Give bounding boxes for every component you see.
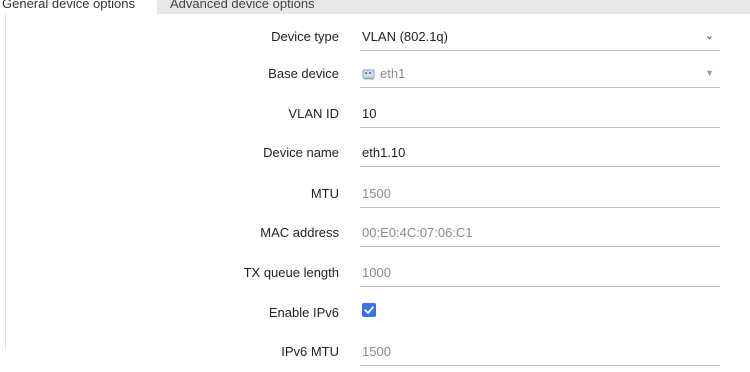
mac-address-input[interactable]: 00:E0:4C:07:06:C1 <box>360 219 720 247</box>
tx-queue-length-label: TX queue length <box>243 265 339 280</box>
device-options-form: Device type VLAN (802.1q) ⌄ Base device … <box>5 14 750 366</box>
tab-advanced-device-options[interactable]: Advanced device options <box>170 0 315 14</box>
base-device-row: Base device eth1 ▼ <box>6 54 750 94</box>
device-name-input[interactable]: eth1.10 <box>360 139 720 167</box>
vlan-id-value: 10 <box>362 106 377 121</box>
triangle-down-icon: ▼ <box>705 68 714 78</box>
vlan-id-input[interactable]: 10 <box>360 100 720 128</box>
mtu-label: MTU <box>310 186 339 201</box>
device-type-select[interactable]: VLAN (802.1q) ⌄ <box>360 23 720 51</box>
tx-queue-length-placeholder: 1000 <box>362 265 391 280</box>
checkmark-icon <box>364 306 374 314</box>
mac-address-label: MAC address <box>260 225 339 240</box>
device-name-value: eth1.10 <box>362 145 406 160</box>
base-device-select[interactable]: eth1 ▼ <box>360 60 720 88</box>
device-name-row: Device name eth1.10 <box>6 133 750 173</box>
enable-ipv6-label: Enable IPv6 <box>268 305 339 320</box>
tx-queue-length-input[interactable]: 1000 <box>360 259 720 287</box>
mtu-row: MTU 1500 <box>6 174 750 214</box>
network-port-icon <box>362 69 375 80</box>
tx-queue-length-row: TX queue length 1000 <box>6 253 750 293</box>
ipv6-mtu-row: IPv6 MTU 1500 <box>6 332 750 372</box>
device-type-row: Device type VLAN (802.1q) ⌄ <box>6 17 750 57</box>
base-device-label: Base device <box>268 66 339 81</box>
ipv6-mtu-placeholder: 1500 <box>362 344 391 359</box>
tab-general-device-options[interactable]: General device options <box>0 0 157 14</box>
ipv6-mtu-input[interactable]: 1500 <box>360 338 720 366</box>
mac-address-row: MAC address 00:E0:4C:07:06:C1 <box>6 213 750 253</box>
device-type-value: VLAN (802.1q) <box>362 29 448 44</box>
ipv6-mtu-label: IPv6 MTU <box>281 344 339 359</box>
base-device-value: eth1 <box>380 66 406 81</box>
chevron-down-icon: ⌄ <box>704 30 714 42</box>
vlan-id-label: VLAN ID <box>288 106 339 121</box>
tab-bar: General device options Advanced device o… <box>0 0 750 14</box>
mtu-placeholder: 1500 <box>362 186 391 201</box>
mtu-input[interactable]: 1500 <box>360 180 720 208</box>
mac-address-placeholder: 00:E0:4C:07:06:C1 <box>362 225 473 240</box>
device-type-label: Device type <box>271 29 339 44</box>
enable-ipv6-row: Enable IPv6 <box>6 293 750 333</box>
enable-ipv6-checkbox[interactable] <box>362 303 376 317</box>
device-name-label: Device name <box>263 145 339 160</box>
vlan-id-row: VLAN ID 10 <box>6 94 750 134</box>
